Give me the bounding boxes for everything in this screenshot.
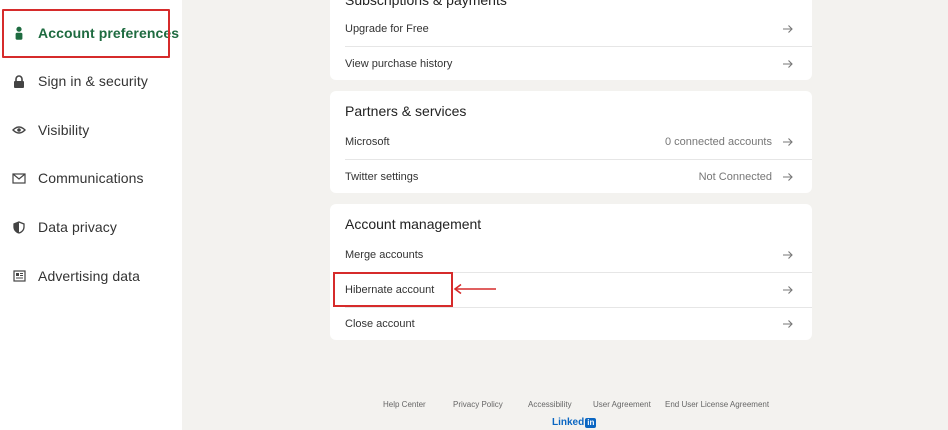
row-label: Upgrade for Free <box>345 22 429 35</box>
shield-icon <box>12 220 26 234</box>
settings-sidebar: Account preferences Sign in & security V… <box>0 0 182 430</box>
row-label: View purchase history <box>345 57 453 70</box>
newspaper-icon <box>12 269 26 283</box>
sidebar-item-sign-in-security[interactable]: Sign in & security <box>0 57 182 105</box>
arrow-right-icon <box>783 172 793 181</box>
footer-link-help-center[interactable]: Help Center <box>383 400 426 409</box>
footer-link-privacy-policy[interactable]: Privacy Policy <box>453 400 503 409</box>
arrow-right-icon <box>783 250 793 259</box>
card-title: Subscriptions & payments <box>345 0 507 8</box>
row-value: Not Connected <box>698 170 772 183</box>
subscriptions-card: Subscriptions & payments Upgrade for Fre… <box>330 0 812 80</box>
arrow-right-icon <box>783 319 793 328</box>
arrow-right-icon <box>783 285 793 294</box>
arrow-right-icon <box>783 137 793 146</box>
account-management-card: Account management Merge accounts Hibern… <box>330 204 812 340</box>
person-icon <box>12 26 26 40</box>
footer-link-accessibility[interactable]: Accessibility <box>528 400 572 409</box>
card-title: Partners & services <box>345 103 467 119</box>
row-label: Twitter settings <box>345 170 419 183</box>
sidebar-item-advertising-data[interactable]: Advertising data <box>0 252 182 300</box>
row-label: Merge accounts <box>345 248 424 261</box>
row-label: Close account <box>345 317 415 330</box>
footer-link-eula[interactable]: End User License Agreement <box>665 400 769 409</box>
row-view-purchase-history[interactable]: View purchase history <box>330 46 812 80</box>
sidebar-item-label: Advertising data <box>38 268 140 284</box>
annotation-arrow-icon <box>453 283 496 295</box>
sidebar-item-label: Sign in & security <box>38 73 148 89</box>
arrow-right-icon <box>783 24 793 33</box>
logo-badge: in <box>585 417 597 428</box>
eye-icon <box>12 123 26 137</box>
footer-link-user-agreement[interactable]: User Agreement <box>593 400 651 409</box>
sidebar-item-data-privacy[interactable]: Data privacy <box>0 203 182 251</box>
row-hibernate-account[interactable]: Hibernate account <box>330 272 812 307</box>
row-value: 0 connected accounts <box>664 135 772 148</box>
sidebar-item-visibility[interactable]: Visibility <box>0 106 182 154</box>
lock-icon <box>12 74 26 88</box>
row-merge-accounts[interactable]: Merge accounts <box>330 237 812 272</box>
row-close-account[interactable]: Close account <box>330 306 812 340</box>
sidebar-item-label: Visibility <box>38 122 90 138</box>
sidebar-item-label: Communications <box>38 170 144 186</box>
arrow-right-icon <box>783 59 793 68</box>
logo-text: Linked <box>552 417 585 428</box>
row-label: Hibernate account <box>345 283 435 296</box>
sidebar-item-communications[interactable]: Communications <box>0 154 182 202</box>
row-upgrade-for-free[interactable]: Upgrade for Free <box>330 11 812 46</box>
row-label: Microsoft <box>345 135 390 148</box>
sidebar-item-account-preferences[interactable]: Account preferences <box>0 9 182 57</box>
partners-card: Partners & services Microsoft 0 connecte… <box>330 91 812 193</box>
row-microsoft[interactable]: Microsoft 0 connected accounts <box>330 124 812 159</box>
linkedin-logo: Linked in <box>552 417 597 428</box>
envelope-icon <box>12 171 26 185</box>
row-twitter-settings[interactable]: Twitter settings Not Connected <box>330 159 812 193</box>
sidebar-item-label: Data privacy <box>38 219 118 235</box>
card-title: Account management <box>345 216 482 232</box>
sidebar-item-label: Account preferences <box>38 25 180 41</box>
